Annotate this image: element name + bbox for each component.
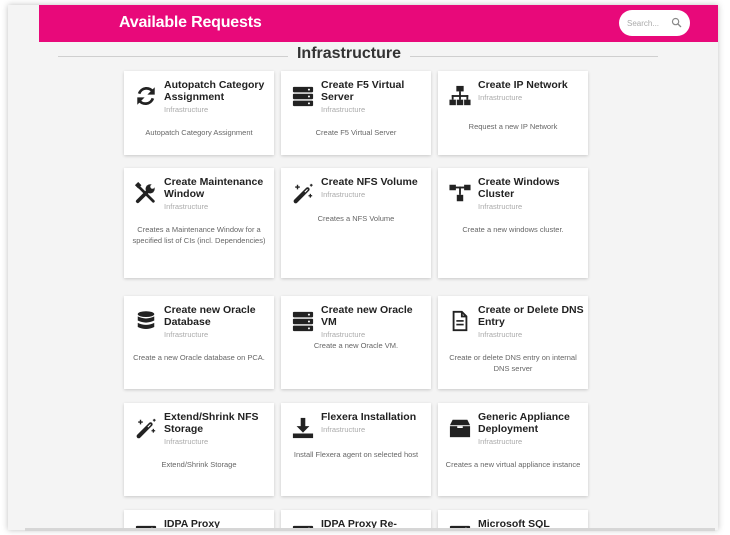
request-card[interactable]: Create new Oracle VM Infrastructure Creat…: [281, 296, 431, 389]
search-box[interactable]: [619, 10, 690, 36]
sitemap-icon: [449, 85, 471, 106]
magic-wand-icon: [136, 418, 156, 439]
download-icon: [292, 417, 314, 439]
request-card[interactable]: Create new Oracle Database Infrastructure…: [124, 296, 274, 389]
card-title: Create IP Network Infrastructure: [478, 79, 584, 103]
card-description: Creates a Maintenance Window for a speci…: [132, 225, 266, 245]
section-header: Infrastructure: [58, 42, 658, 68]
request-card[interactable]: Create NFS Volume Infrastructure Creates …: [281, 168, 431, 278]
top-bar: Available Requests: [39, 5, 718, 42]
request-card[interactable]: Create Maintenance Window Infrastructure …: [124, 168, 274, 278]
request-card[interactable]: Extend/Shrink NFS Storage Infrastructure …: [124, 403, 274, 496]
card-category: Infrastructure: [164, 437, 209, 446]
card-description: Request a new IP Network: [468, 122, 558, 131]
card-description: Install Flexera agent on selected host: [293, 450, 419, 459]
card-title: Flexera Installation Infrastructure: [321, 411, 427, 435]
database-icon: [137, 311, 155, 330]
document-icon: [452, 310, 468, 332]
card-category: Infrastructure: [478, 330, 523, 339]
request-card[interactable]: Create or Delete DNS Entry Infrastructure…: [438, 296, 588, 389]
search-input[interactable]: [627, 16, 671, 30]
card-category: Infrastructure: [321, 425, 366, 434]
request-card[interactable]: IDPA Proxy: [124, 510, 274, 530]
card-description: Autopatch Category Assignment: [145, 128, 253, 137]
server-icon: [292, 311, 314, 332]
request-card[interactable]: Create IP Network Infrastructure Request …: [438, 71, 588, 155]
card-title: Create Windows Cluster Infrastructure: [478, 176, 584, 212]
section-divider-right: [410, 56, 658, 57]
card-title: Generic Appliance Deployment Infrastructu…: [478, 411, 584, 447]
card-title: Create or Delete DNS Entry Infrastructure: [478, 304, 584, 339]
card-category: Infrastructure: [164, 202, 209, 211]
search-icon[interactable]: [671, 17, 682, 28]
card-title: Create new Oracle Database Infrastructure: [164, 304, 270, 340]
card-description: Create a new windows cluster.: [462, 225, 564, 234]
card-description: Create F5 Virtual Server: [315, 128, 397, 137]
card-title: Create F5 Virtual Server Infrastructure: [321, 79, 427, 115]
card-category: Infrastructure: [164, 330, 209, 339]
card-description: Creates a NFS Volume: [317, 214, 395, 223]
section-divider-left: [58, 56, 288, 57]
card-title: Create Maintenance Window Infrastructure: [164, 176, 270, 212]
card-category: Infrastructure: [164, 105, 209, 114]
card-category: Infrastructure: [321, 330, 366, 339]
page-title: Available Requests: [119, 14, 262, 31]
request-card[interactable]: IDPA Proxy Re-: [281, 510, 431, 530]
server-icon: [292, 86, 314, 107]
card-description: Extend/Shrink Storage: [161, 460, 237, 469]
network-tree-icon: [449, 184, 471, 202]
request-card[interactable]: Create Windows Cluster Infrastructure Cre…: [438, 168, 588, 278]
refresh-icon: [137, 87, 155, 105]
app-frame: Available Requests Infrastructure Autopa…: [8, 5, 718, 530]
horizontal-scrollbar[interactable]: [25, 528, 715, 531]
archive-box-icon: [449, 419, 471, 438]
card-description: Create a new Oracle VM.: [313, 341, 399, 350]
card-title: Extend/Shrink NFS Storage Infrastructure: [164, 411, 270, 447]
card-category: Infrastructure: [478, 93, 523, 102]
card-description: Create or delete DNS entry on internal D…: [449, 353, 577, 373]
card-category: Infrastructure: [478, 202, 523, 211]
request-card[interactable]: Flexera Installation Infrastructure Insta…: [281, 403, 431, 496]
request-card[interactable]: Generic Appliance Deployment Infrastructu…: [438, 403, 588, 496]
card-description: Create a new Oracle database on PCA.: [133, 353, 265, 362]
card-title: Create NFS Volume Infrastructure: [321, 176, 427, 200]
card-description: Creates a new virtual appliance instance: [445, 460, 581, 469]
request-card[interactable]: Create F5 Virtual Server Infrastructure C…: [281, 71, 431, 155]
request-card[interactable]: Microsoft SQL Server: [438, 510, 588, 530]
section-title: Infrastructure: [296, 45, 402, 62]
card-title: Autopatch Category Assignment Infrastruct…: [164, 79, 270, 115]
card-category: Infrastructure: [478, 437, 523, 446]
card-title: Create new Oracle VM Infrastructure: [321, 304, 427, 340]
request-card[interactable]: Autopatch Category Assignment Infrastruct…: [124, 71, 274, 155]
card-category: Infrastructure: [321, 190, 366, 199]
card-category: Infrastructure: [321, 105, 366, 114]
tools-icon: [135, 182, 155, 204]
magic-wand-icon: [293, 183, 313, 204]
